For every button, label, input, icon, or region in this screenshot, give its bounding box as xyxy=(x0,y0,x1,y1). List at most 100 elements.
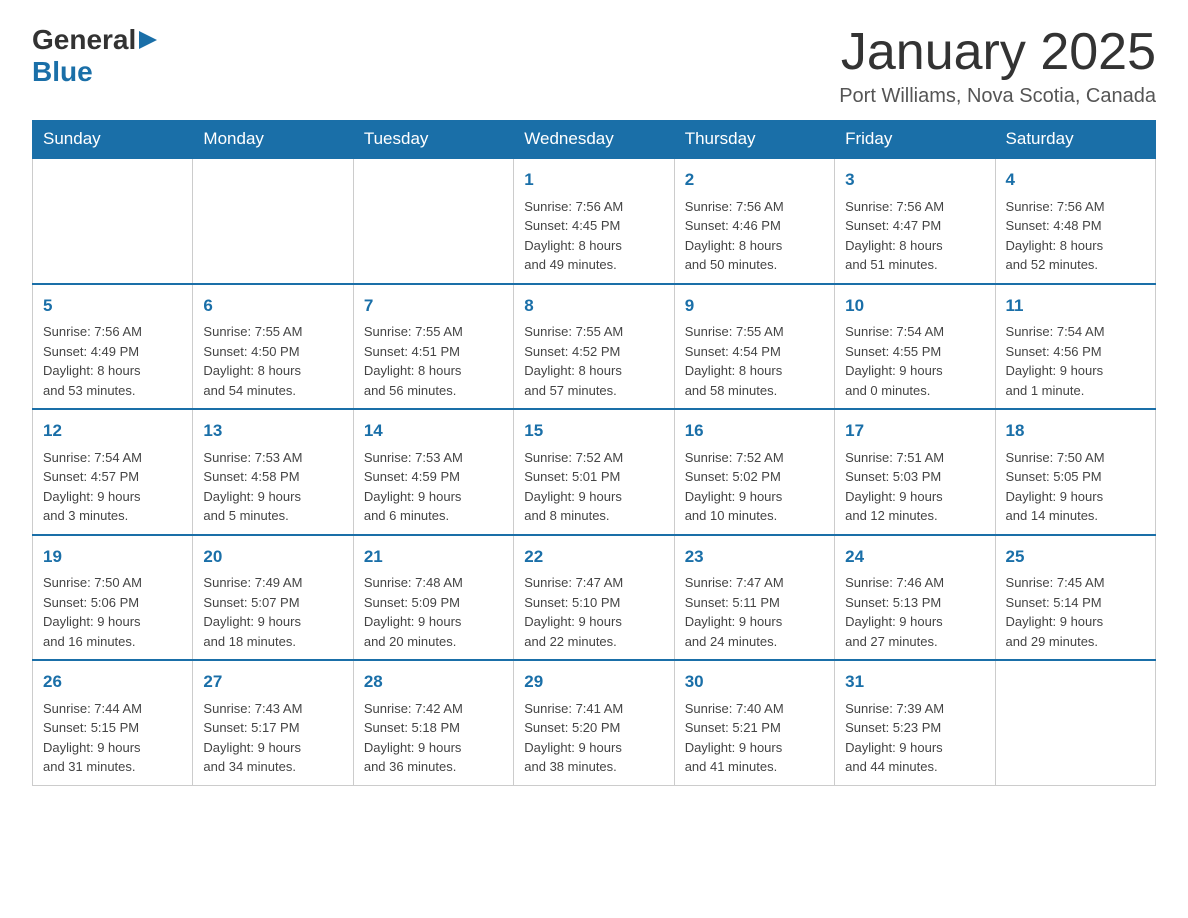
col-header-wednesday: Wednesday xyxy=(514,121,674,159)
day-info: Sunrise: 7:56 AM Sunset: 4:45 PM Dayligh… xyxy=(524,197,663,275)
day-number: 9 xyxy=(685,293,824,319)
day-number: 21 xyxy=(364,544,503,570)
day-number: 12 xyxy=(43,418,182,444)
day-number: 28 xyxy=(364,669,503,695)
calendar-cell xyxy=(995,660,1155,785)
calendar-cell: 16 Sunrise: 7:52 AM Sunset: 5:02 PM Dayli… xyxy=(674,409,834,535)
col-header-saturday: Saturday xyxy=(995,121,1155,159)
day-info: Sunrise: 7:55 AM Sunset: 4:54 PM Dayligh… xyxy=(685,322,824,400)
calendar-cell: 29 Sunrise: 7:41 AM Sunset: 5:20 PM Dayli… xyxy=(514,660,674,785)
calendar-week-row: 26 Sunrise: 7:44 AM Sunset: 5:15 PM Dayli… xyxy=(33,660,1156,785)
day-number: 13 xyxy=(203,418,342,444)
day-number: 25 xyxy=(1006,544,1145,570)
day-number: 26 xyxy=(43,669,182,695)
day-info: Sunrise: 7:44 AM Sunset: 5:15 PM Dayligh… xyxy=(43,699,182,777)
day-info: Sunrise: 7:54 AM Sunset: 4:55 PM Dayligh… xyxy=(845,322,984,400)
logo-arrow-icon xyxy=(139,31,157,54)
day-number: 30 xyxy=(685,669,824,695)
day-info: Sunrise: 7:52 AM Sunset: 5:01 PM Dayligh… xyxy=(524,448,663,526)
calendar-cell: 22 Sunrise: 7:47 AM Sunset: 5:10 PM Dayli… xyxy=(514,535,674,661)
day-info: Sunrise: 7:55 AM Sunset: 4:52 PM Dayligh… xyxy=(524,322,663,400)
page-header: General Blue January 2025 Port Williams,… xyxy=(32,24,1156,108)
calendar-cell: 26 Sunrise: 7:44 AM Sunset: 5:15 PM Dayli… xyxy=(33,660,193,785)
day-number: 7 xyxy=(364,293,503,319)
day-info: Sunrise: 7:53 AM Sunset: 4:59 PM Dayligh… xyxy=(364,448,503,526)
day-number: 8 xyxy=(524,293,663,319)
calendar-cell: 14 Sunrise: 7:53 AM Sunset: 4:59 PM Dayli… xyxy=(353,409,513,535)
calendar-cell xyxy=(33,158,193,284)
day-info: Sunrise: 7:49 AM Sunset: 5:07 PM Dayligh… xyxy=(203,573,342,651)
col-header-tuesday: Tuesday xyxy=(353,121,513,159)
calendar-cell: 9 Sunrise: 7:55 AM Sunset: 4:54 PM Daylig… xyxy=(674,284,834,410)
day-info: Sunrise: 7:47 AM Sunset: 5:10 PM Dayligh… xyxy=(524,573,663,651)
day-info: Sunrise: 7:47 AM Sunset: 5:11 PM Dayligh… xyxy=(685,573,824,651)
calendar-cell: 24Sunrise: 7:46 AM Sunset: 5:13 PM Dayli… xyxy=(835,535,995,661)
day-info: Sunrise: 7:53 AM Sunset: 4:58 PM Dayligh… xyxy=(203,448,342,526)
day-number: 18 xyxy=(1006,418,1145,444)
day-number: 6 xyxy=(203,293,342,319)
day-number: 16 xyxy=(685,418,824,444)
title-block: January 2025 Port Williams, Nova Scotia,… xyxy=(839,24,1156,108)
col-header-monday: Monday xyxy=(193,121,353,159)
day-number: 4 xyxy=(1006,167,1145,193)
calendar-cell: 2 Sunrise: 7:56 AM Sunset: 4:46 PM Daylig… xyxy=(674,158,834,284)
day-number: 20 xyxy=(203,544,342,570)
day-info: Sunrise: 7:50 AM Sunset: 5:05 PM Dayligh… xyxy=(1006,448,1145,526)
day-info: Sunrise: 7:56 AM Sunset: 4:49 PM Dayligh… xyxy=(43,322,182,400)
calendar-cell: 15 Sunrise: 7:52 AM Sunset: 5:01 PM Dayli… xyxy=(514,409,674,535)
calendar-cell: 10 Sunrise: 7:54 AM Sunset: 4:55 PM Dayli… xyxy=(835,284,995,410)
calendar-header-row: SundayMondayTuesdayWednesdayThursdayFrid… xyxy=(33,121,1156,159)
calendar-cell: 13 Sunrise: 7:53 AM Sunset: 4:58 PM Dayli… xyxy=(193,409,353,535)
day-number: 31 xyxy=(845,669,984,695)
day-number: 11 xyxy=(1006,293,1145,319)
calendar-cell: 30Sunrise: 7:40 AM Sunset: 5:21 PM Dayli… xyxy=(674,660,834,785)
day-info: Sunrise: 7:46 AM Sunset: 5:13 PM Dayligh… xyxy=(845,573,984,651)
calendar-cell: 21 Sunrise: 7:48 AM Sunset: 5:09 PM Dayli… xyxy=(353,535,513,661)
day-number: 22 xyxy=(524,544,663,570)
calendar-cell: 19Sunrise: 7:50 AM Sunset: 5:06 PM Dayli… xyxy=(33,535,193,661)
day-number: 29 xyxy=(524,669,663,695)
col-header-sunday: Sunday xyxy=(33,121,193,159)
calendar-week-row: 1 Sunrise: 7:56 AM Sunset: 4:45 PM Daylig… xyxy=(33,158,1156,284)
day-number: 17 xyxy=(845,418,984,444)
calendar-cell xyxy=(193,158,353,284)
day-info: Sunrise: 7:56 AM Sunset: 4:48 PM Dayligh… xyxy=(1006,197,1145,275)
day-number: 14 xyxy=(364,418,503,444)
day-info: Sunrise: 7:54 AM Sunset: 4:57 PM Dayligh… xyxy=(43,448,182,526)
calendar-cell: 7Sunrise: 7:55 AM Sunset: 4:51 PM Daylig… xyxy=(353,284,513,410)
calendar-cell: 18 Sunrise: 7:50 AM Sunset: 5:05 PM Dayli… xyxy=(995,409,1155,535)
day-number: 19 xyxy=(43,544,182,570)
day-info: Sunrise: 7:48 AM Sunset: 5:09 PM Dayligh… xyxy=(364,573,503,651)
location-title: Port Williams, Nova Scotia, Canada xyxy=(839,85,1156,108)
day-info: Sunrise: 7:51 AM Sunset: 5:03 PM Dayligh… xyxy=(845,448,984,526)
calendar-cell: 28 Sunrise: 7:42 AM Sunset: 5:18 PM Dayli… xyxy=(353,660,513,785)
day-number: 1 xyxy=(524,167,663,193)
calendar-cell: 12 Sunrise: 7:54 AM Sunset: 4:57 PM Dayli… xyxy=(33,409,193,535)
day-info: Sunrise: 7:52 AM Sunset: 5:02 PM Dayligh… xyxy=(685,448,824,526)
day-number: 2 xyxy=(685,167,824,193)
calendar-cell: 5 Sunrise: 7:56 AM Sunset: 4:49 PM Daylig… xyxy=(33,284,193,410)
day-info: Sunrise: 7:56 AM Sunset: 4:47 PM Dayligh… xyxy=(845,197,984,275)
day-info: Sunrise: 7:42 AM Sunset: 5:18 PM Dayligh… xyxy=(364,699,503,777)
day-number: 3 xyxy=(845,167,984,193)
calendar-cell: 20 Sunrise: 7:49 AM Sunset: 5:07 PM Dayli… xyxy=(193,535,353,661)
calendar-week-row: 12 Sunrise: 7:54 AM Sunset: 4:57 PM Dayli… xyxy=(33,409,1156,535)
day-number: 15 xyxy=(524,418,663,444)
calendar-cell: 6Sunrise: 7:55 AM Sunset: 4:50 PM Daylig… xyxy=(193,284,353,410)
day-info: Sunrise: 7:54 AM Sunset: 4:56 PM Dayligh… xyxy=(1006,322,1145,400)
day-number: 23 xyxy=(685,544,824,570)
day-info: Sunrise: 7:56 AM Sunset: 4:46 PM Dayligh… xyxy=(685,197,824,275)
day-number: 5 xyxy=(43,293,182,319)
calendar-cell: 23 Sunrise: 7:47 AM Sunset: 5:11 PM Dayli… xyxy=(674,535,834,661)
calendar-week-row: 19Sunrise: 7:50 AM Sunset: 5:06 PM Dayli… xyxy=(33,535,1156,661)
calendar-cell: 4 Sunrise: 7:56 AM Sunset: 4:48 PM Daylig… xyxy=(995,158,1155,284)
day-number: 10 xyxy=(845,293,984,319)
logo-general-text: General xyxy=(32,24,136,56)
day-number: 27 xyxy=(203,669,342,695)
calendar-cell: 31Sunrise: 7:39 AM Sunset: 5:23 PM Dayli… xyxy=(835,660,995,785)
calendar-week-row: 5 Sunrise: 7:56 AM Sunset: 4:49 PM Daylig… xyxy=(33,284,1156,410)
day-info: Sunrise: 7:41 AM Sunset: 5:20 PM Dayligh… xyxy=(524,699,663,777)
calendar-cell xyxy=(353,158,513,284)
month-title: January 2025 xyxy=(839,24,1156,81)
calendar-table: SundayMondayTuesdayWednesdayThursdayFrid… xyxy=(32,120,1156,786)
